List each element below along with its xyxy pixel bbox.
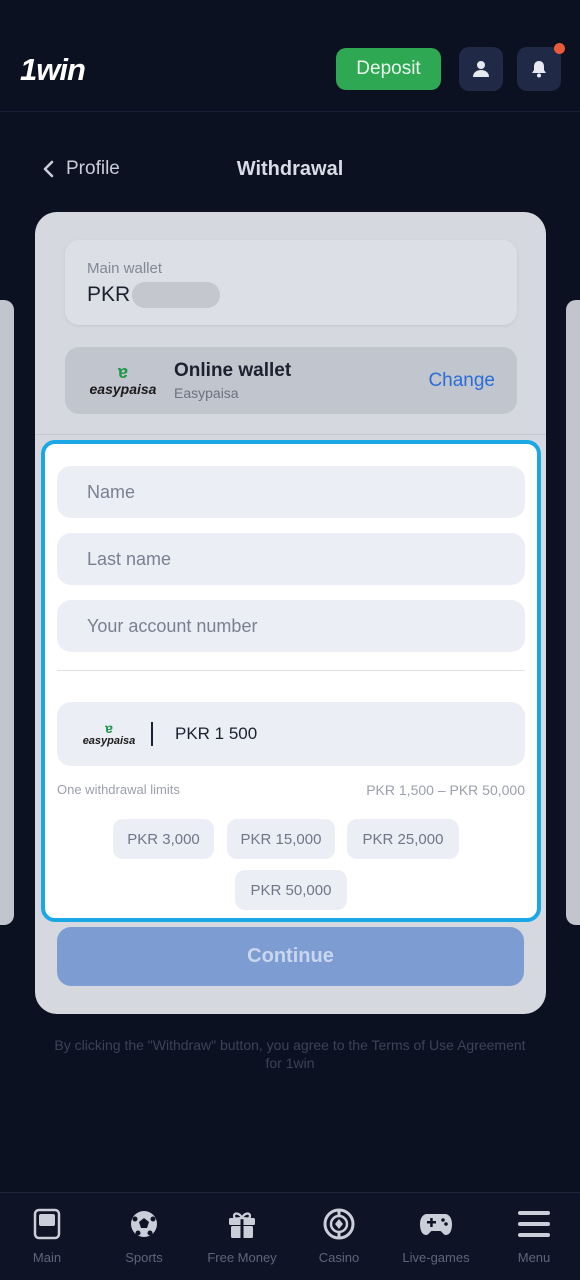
method-subtitle: Easypaisa (174, 385, 239, 401)
back-button[interactable]: Profile (42, 158, 120, 180)
quick-amount-chip[interactable]: PKR 50,000 (235, 870, 347, 910)
form-divider (57, 670, 525, 671)
main-icon (30, 1207, 64, 1241)
quick-amount-chip[interactable]: PKR 15,000 (227, 819, 335, 859)
account-number-field[interactable] (57, 600, 525, 652)
account-number-input[interactable] (57, 600, 525, 652)
easypaisa-logo: ɐ easypaisa (89, 362, 157, 397)
notifications-button[interactable] (517, 43, 565, 91)
gamepad-icon (419, 1207, 453, 1241)
quick-amount-chip[interactable]: PKR 25,000 (347, 819, 459, 859)
terms-text: By clicking the "Withdraw" button, you a… (54, 1037, 526, 1071)
chevron-left-icon (43, 160, 54, 178)
nav-label: Menu (517, 1250, 551, 1265)
nav-item-main[interactable]: Main (0, 1207, 95, 1265)
last-name-input[interactable] (57, 533, 525, 585)
casino-chip-icon (322, 1207, 356, 1241)
back-label: Profile (66, 158, 120, 179)
deposit-button[interactable]: Deposit (336, 48, 441, 90)
page-nav: Withdrawal Profile (0, 150, 580, 190)
method-title: Online wallet (174, 360, 292, 381)
user-icon (473, 61, 489, 77)
top-header: 1win Deposit (0, 0, 580, 112)
hidden-balance (132, 282, 221, 308)
name-input[interactable] (57, 466, 525, 518)
payment-method-card: ɐ easypaisa Online wallet Easypaisa Chan… (65, 347, 517, 414)
divider (35, 434, 546, 435)
change-method-link[interactable]: Change (428, 370, 495, 392)
notification-badge (554, 43, 565, 54)
quick-amount-chip[interactable]: PKR 3,000 (113, 819, 214, 859)
last-name-field[interactable] (57, 533, 525, 585)
nav-item-live-games[interactable]: Live-games (388, 1207, 484, 1265)
nav-label: Main (32, 1250, 62, 1265)
side-card-right (566, 300, 580, 925)
withdrawal-form: ɐ easypaisa PKR 1 500 One withdrawal lim… (41, 440, 541, 922)
nav-label: Sports (125, 1250, 163, 1265)
nav-item-sports[interactable]: Sports (96, 1207, 192, 1265)
nav-item-menu[interactable]: Menu (486, 1207, 580, 1265)
menu-icon (517, 1207, 551, 1241)
wallet-currency: PKR (87, 283, 131, 306)
nav-item-casino[interactable]: Casino (291, 1207, 387, 1265)
nav-label: Casino (318, 1250, 360, 1265)
amount-separator (151, 722, 153, 746)
limits-range: PKR 1,500 – PKR 50,000 (366, 782, 525, 798)
side-card-left (0, 300, 14, 925)
nav-label: Live-games (402, 1250, 470, 1265)
nav-item-free-money[interactable]: Free Money (194, 1207, 290, 1265)
continue-button[interactable]: Continue (57, 927, 524, 986)
bell-icon (532, 61, 546, 78)
easypaisa-small-logo: ɐ easypaisa (82, 720, 136, 747)
brand-logo[interactable]: 1win (20, 52, 86, 88)
amount-field[interactable]: ɐ easypaisa PKR 1 500 (57, 702, 525, 766)
main-wallet-card: Main wallet PKR (65, 240, 517, 325)
bottom-nav: Main Sports Free Money Casino Live-games… (0, 1192, 580, 1280)
gift-icon (225, 1207, 259, 1241)
amount-input[interactable]: PKR 1 500 (175, 724, 257, 744)
nav-label: Free Money (207, 1250, 277, 1265)
soccer-ball-icon (127, 1207, 161, 1241)
profile-button[interactable] (459, 47, 503, 91)
wallet-balance: PKR (87, 282, 221, 308)
name-field[interactable] (57, 466, 525, 518)
wallet-label: Main wallet (87, 260, 163, 277)
limits-label: One withdrawal limits (57, 782, 180, 797)
